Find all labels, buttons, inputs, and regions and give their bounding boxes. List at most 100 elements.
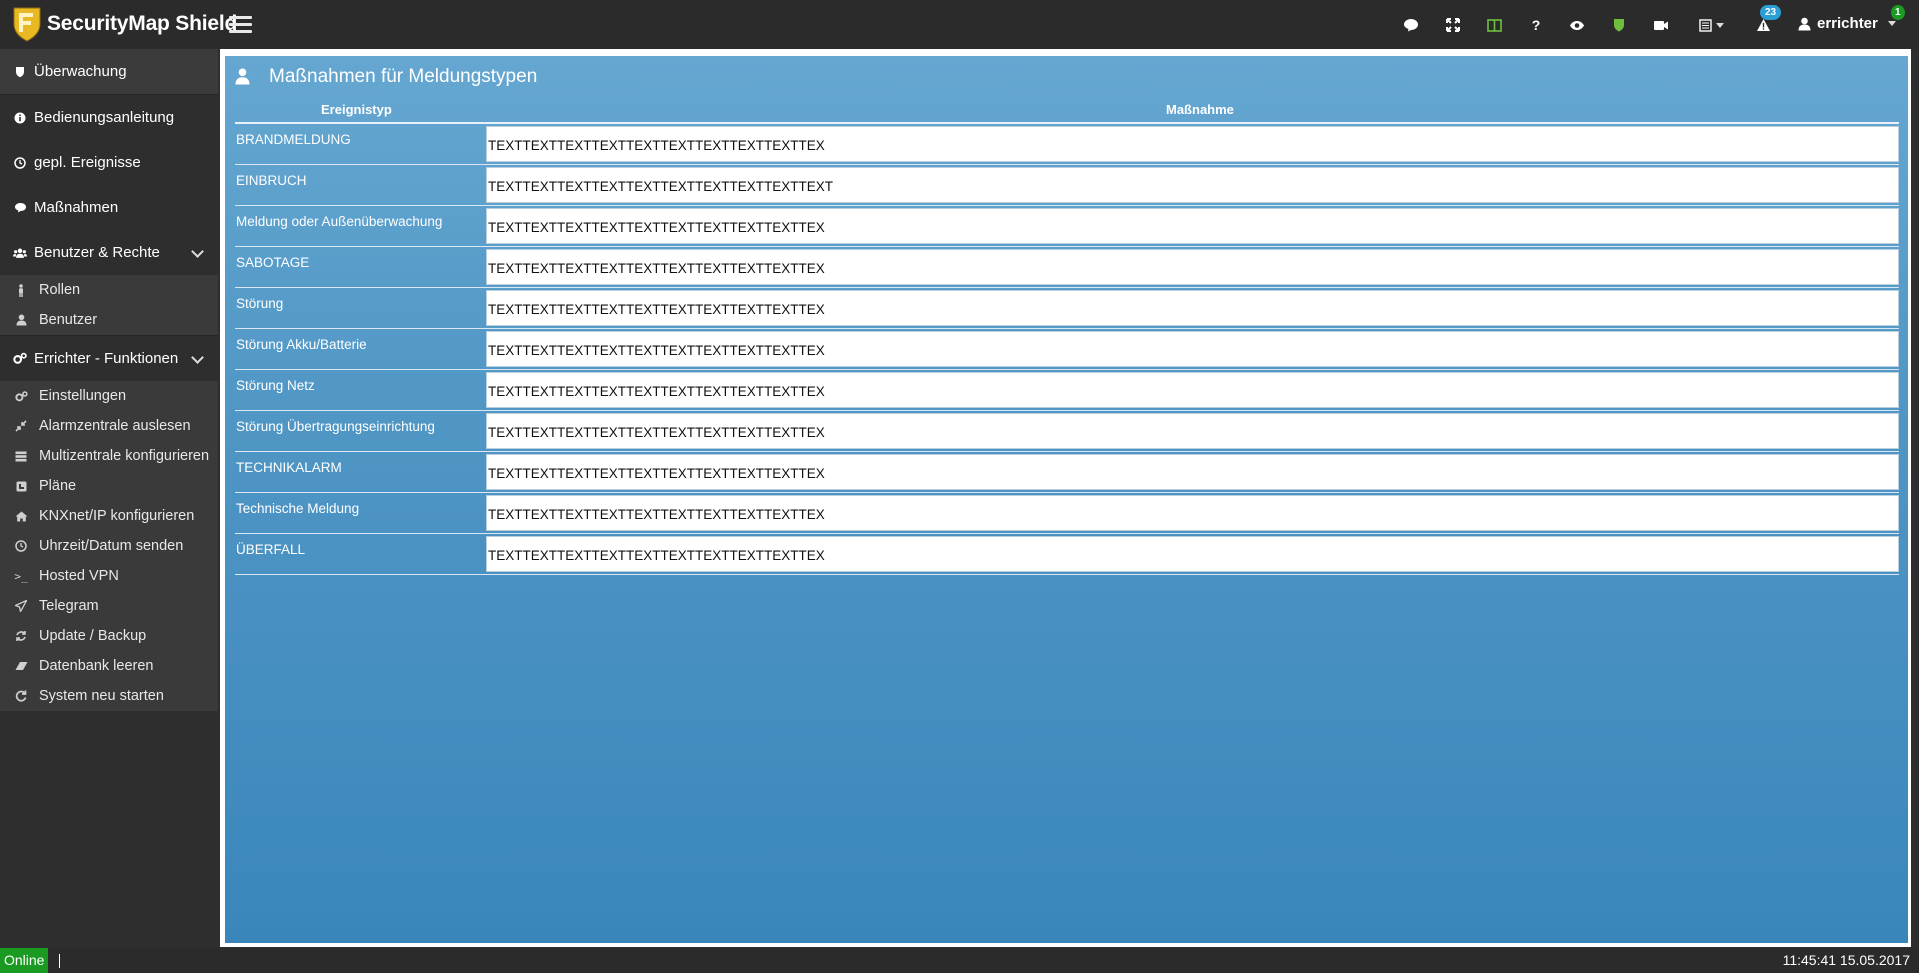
chat-icon xyxy=(13,202,27,213)
user-icon xyxy=(235,68,250,85)
action-text-field[interactable]: TEXTTEXTTEXTTEXTTEXTTEXTTEXTTEXTTEXTTEX xyxy=(486,208,1899,244)
columns-icon[interactable] xyxy=(1483,14,1505,36)
sidebar-item-uhrzeit-datum[interactable]: Uhrzeit/Datum senden xyxy=(0,531,218,561)
server-icon xyxy=(14,451,28,462)
sidebar-item-label: System neu starten xyxy=(39,688,164,704)
top-navbar: SecurityMap Shield ? 23 errichter 1 xyxy=(0,0,1919,49)
shield-icon xyxy=(13,66,27,78)
action-text-field[interactable]: TEXTTEXTTEXTTEXTTEXTTEXTTEXTTEXTTEXTTEX xyxy=(486,290,1899,326)
sidebar-item-label: Überwachung xyxy=(34,63,127,80)
shield-logo-icon xyxy=(13,7,41,42)
sidebar-item-label: Maßnahmen xyxy=(34,199,119,216)
action-text-field[interactable]: TEXTTEXTTEXTTEXTTEXTTEXTTEXTTEXTTEXTTEX xyxy=(486,126,1899,162)
sidebar-item-plaene[interactable]: Pläne xyxy=(0,471,218,501)
table-row: TECHNIKALARM TEXTTEXTTEXTTEXTTEXTTEXTTEXT… xyxy=(235,452,1899,493)
action-text-field[interactable]: TEXTTEXTTEXTTEXTTEXTTEXTTEXTTEXTTEXTTEXT xyxy=(486,167,1899,203)
sidebar: Überwachung Bedienungsanleitung gepl. Er… xyxy=(0,49,218,948)
list-dropdown-icon[interactable] xyxy=(1696,14,1726,36)
action-text-field[interactable]: TEXTTEXTTEXTTEXTTEXTTEXTTEXTTEXTTEXTTEX xyxy=(486,536,1899,572)
sidebar-item-multizentrale[interactable]: Multizentrale konfigurieren xyxy=(0,441,218,471)
fullscreen-icon[interactable] xyxy=(1442,14,1464,36)
sidebar-item-update-backup[interactable]: Update / Backup xyxy=(0,621,218,651)
chevron-down-icon xyxy=(191,351,204,364)
datetime-display: 11:45:41 15.05.2017 xyxy=(1782,952,1910,968)
action-text-field[interactable]: TEXTTEXTTEXTTEXTTEXTTEXTTEXTTEXTTEXTTEX xyxy=(486,372,1899,408)
sidebar-item-label: Uhrzeit/Datum senden xyxy=(39,538,184,554)
event-type-label: TECHNIKALARM xyxy=(236,460,342,475)
sidebar-item-datenbank-leeren[interactable]: Datenbank leeren xyxy=(0,651,218,681)
massnahmen-table: Ereignistyp Maßnahme BRANDMELDUNG TEXTTEX… xyxy=(235,100,1899,575)
sidebar-item-massnahmen[interactable]: Maßnahmen xyxy=(0,185,218,230)
eye-icon[interactable] xyxy=(1566,14,1588,36)
sidebar-item-knxnet[interactable]: KNXnet/IP konfigurieren xyxy=(0,501,218,531)
event-type-label: BRANDMELDUNG xyxy=(236,132,351,147)
connection-status-badge: Online xyxy=(0,948,49,973)
refresh-icon xyxy=(14,630,28,642)
user-name: errichter xyxy=(1817,15,1878,32)
person-icon xyxy=(14,283,28,297)
sidebar-item-label: Hosted VPN xyxy=(39,568,119,584)
sidebar-item-ueberwachung[interactable]: Überwachung xyxy=(0,49,218,94)
table-row: Störung Netz TEXTTEXTTEXTTEXTTEXTTEXTTEXT… xyxy=(235,370,1899,411)
sidebar-item-benutzer[interactable]: Benutzer xyxy=(0,305,218,335)
event-type-label: Störung Übertragungseinrichtung xyxy=(236,419,435,434)
column-header-ereignistyp: Ereignistyp xyxy=(321,102,392,117)
home-icon xyxy=(14,511,28,522)
sidebar-item-system-neu-starten[interactable]: System neu starten xyxy=(0,681,218,711)
send-icon xyxy=(14,600,28,612)
user-count-badge: 1 xyxy=(1891,5,1905,20)
user-menu[interactable]: errichter xyxy=(1798,15,1896,32)
camera-icon[interactable] xyxy=(1650,14,1672,36)
terminal-icon: >_ xyxy=(14,569,28,583)
table-row: BRANDMELDUNG TEXTTEXTTEXTTEXTTEXTTEXTTEXT… xyxy=(235,124,1899,165)
sidebar-item-alarmzentrale-auslesen[interactable]: Alarmzentrale auslesen xyxy=(0,411,218,441)
clock-icon xyxy=(14,540,28,552)
floorplan-icon xyxy=(14,481,28,492)
eraser-icon xyxy=(14,661,28,671)
sidebar-item-label: Benutzer & Rechte xyxy=(34,244,160,261)
table-row: Störung Akku/Batterie TEXTTEXTTEXTTEXTTEX… xyxy=(235,329,1899,370)
sidebar-item-telegram[interactable]: Telegram xyxy=(0,591,218,621)
info-icon xyxy=(13,112,27,124)
shield-icon[interactable] xyxy=(1608,14,1630,36)
action-text-field[interactable]: TEXTTEXTTEXTTEXTTEXTTEXTTEXTTEXTTEXTTEX xyxy=(486,413,1899,449)
sidebar-item-label: Datenbank leeren xyxy=(39,658,154,674)
sidebar-item-einstellungen[interactable]: Einstellungen xyxy=(0,381,218,411)
sidebar-item-label: Multizentrale konfigurieren xyxy=(39,448,210,464)
table-row: SABOTAGE TEXTTEXTTEXTTEXTTEXTTEXTTEXTTEXT… xyxy=(235,247,1899,288)
sidebar-item-label: Alarmzentrale auslesen xyxy=(39,418,191,434)
chevron-down-icon xyxy=(1715,22,1724,28)
table-row: EINBRUCH TEXTTEXTTEXTTEXTTEXTTEXTTEXTTEXT… xyxy=(235,165,1899,206)
clock-icon xyxy=(13,156,27,169)
sidebar-item-label: gepl. Ereignisse xyxy=(34,154,141,171)
table-row: Störung Übertragungseinrichtung TEXTTEXTT… xyxy=(235,411,1899,452)
sidebar-item-hosted-vpn[interactable]: >_ Hosted VPN xyxy=(0,561,218,591)
action-text-field[interactable]: TEXTTEXTTEXTTEXTTEXTTEXTTEXTTEXTTEXTTEX xyxy=(486,454,1899,490)
action-text-field[interactable]: TEXTTEXTTEXTTEXTTEXTTEXTTEXTTEXTTEXTTEX xyxy=(486,331,1899,367)
table-row: Störung TEXTTEXTTEXTTEXTTEXTTEXTTEXTTEXTT… xyxy=(235,288,1899,329)
event-type-label: SABOTAGE xyxy=(236,255,310,270)
column-header-massnahme: Maßnahme xyxy=(1166,102,1234,117)
sidebar-item-label: Errichter - Funktionen xyxy=(34,350,179,367)
sidebar-item-gepl-ereignisse[interactable]: gepl. Ereignisse xyxy=(0,140,218,185)
separator xyxy=(59,954,60,968)
status-bar: Online 11:45:41 15.05.2017 xyxy=(0,948,1919,973)
sidebar-item-label: Rollen xyxy=(39,282,81,298)
action-text-field[interactable]: TEXTTEXTTEXTTEXTTEXTTEXTTEXTTEXTTEXTTEX xyxy=(486,249,1899,285)
chat-icon[interactable] xyxy=(1400,14,1422,36)
sidebar-item-benutzer-rechte[interactable]: Benutzer & Rechte xyxy=(0,230,218,275)
sidebar-item-errichter-funktionen[interactable]: Errichter - Funktionen xyxy=(0,336,218,381)
chevron-down-icon xyxy=(191,245,204,258)
sidebar-item-rollen[interactable]: Rollen xyxy=(0,275,218,305)
event-type-label: Störung Netz xyxy=(236,378,315,393)
sidebar-item-bedienungsanleitung[interactable]: Bedienungsanleitung xyxy=(0,95,218,140)
help-icon[interactable]: ? xyxy=(1525,14,1547,36)
table-header: Ereignistyp Maßnahme xyxy=(235,100,1899,124)
action-text-field[interactable]: TEXTTEXTTEXTTEXTTEXTTEXTTEXTTEXTTEXTTEX xyxy=(486,495,1899,531)
users-icon xyxy=(13,247,27,259)
app-brand[interactable]: SecurityMap Shield xyxy=(47,12,237,36)
user-icon xyxy=(1798,17,1811,30)
event-type-label: Technische Meldung xyxy=(236,501,360,516)
menu-toggle-icon[interactable] xyxy=(229,16,252,34)
massnahmen-panel: Maßnahmen für Meldungstypen Ereignistyp … xyxy=(225,56,1908,943)
